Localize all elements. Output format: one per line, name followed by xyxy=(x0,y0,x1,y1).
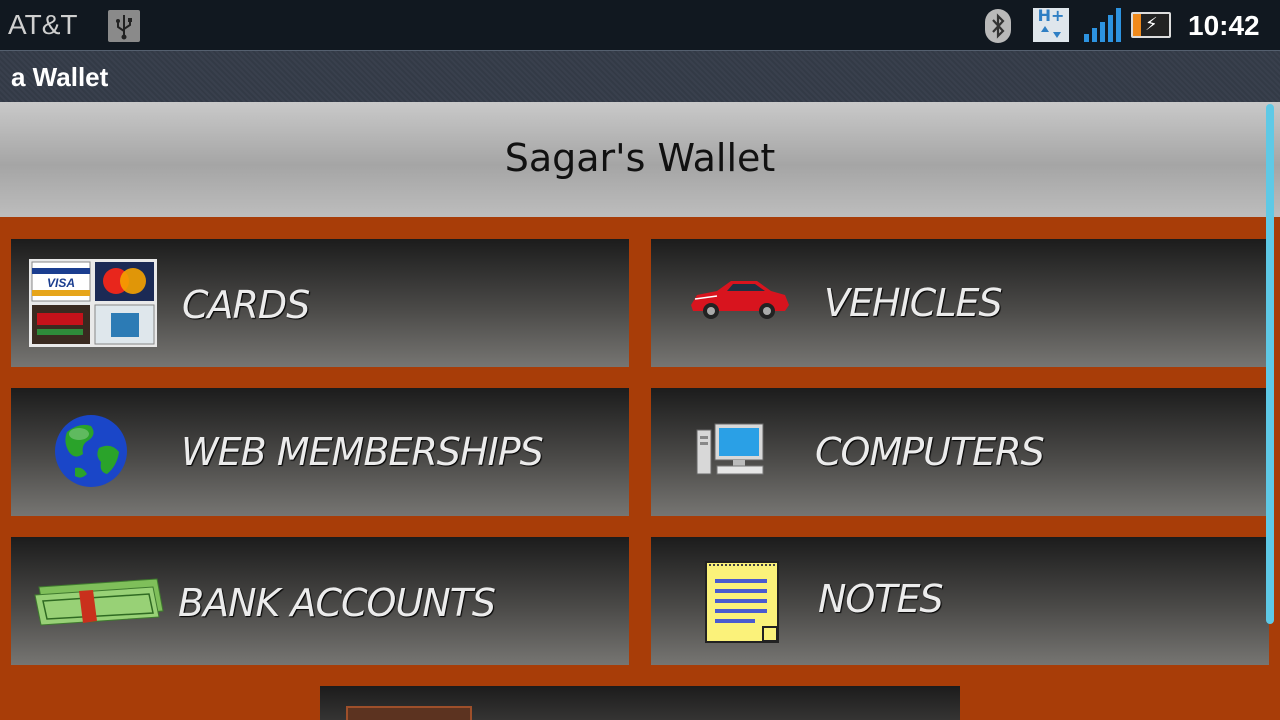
wallet-title: Sagar's Wallet xyxy=(504,136,776,180)
clock: 10:42 xyxy=(1188,10,1260,41)
app-title-bar: a Wallet xyxy=(0,50,1280,102)
tile-bank-accounts[interactable]: BANK ACCOUNTS xyxy=(11,537,629,665)
tile-notes[interactable]: NOTES xyxy=(651,537,1269,665)
tile-web-memberships-label: WEB MEMBERSHIPS xyxy=(181,430,544,474)
credit-cards-icon: VISA xyxy=(29,259,157,351)
tile-cards-label: CARDS xyxy=(182,283,310,327)
signal-icon xyxy=(1082,8,1124,42)
computer-icon xyxy=(695,422,767,482)
status-bar: AT&T H+ ⚡ 10:42 xyxy=(0,0,1280,50)
tile-bank-accounts-label: BANK ACCOUNTS xyxy=(178,581,496,625)
network-badge-text: H+ xyxy=(1037,6,1065,25)
app-title: a Wallet xyxy=(11,62,109,92)
tile-web-memberships[interactable]: WEB MEMBERSHIPS xyxy=(11,388,629,516)
notepad-icon xyxy=(705,561,779,647)
svg-text:VISA: VISA xyxy=(47,276,75,290)
tile-cards[interactable]: VISA CARDS xyxy=(11,239,629,367)
scrollbar[interactable] xyxy=(1266,104,1274,624)
wallet-header: Sagar's Wallet xyxy=(0,102,1280,217)
hplus-network-icon: H+ xyxy=(1033,8,1069,42)
tile-computers[interactable]: COMPUTERS xyxy=(651,388,1269,516)
partial-tile-icon xyxy=(346,706,472,720)
money-stack-icon xyxy=(31,577,165,631)
tile-vehicles[interactable]: VEHICLES xyxy=(651,239,1269,367)
partial-tile-below[interactable] xyxy=(320,686,960,720)
battery-charging-icon: ⚡ xyxy=(1131,12,1171,38)
tile-notes-label: NOTES xyxy=(818,577,944,621)
globe-icon xyxy=(53,412,129,494)
tile-computers-label: COMPUTERS xyxy=(815,430,1045,474)
carrier-label: AT&T xyxy=(8,9,78,40)
bluetooth-icon xyxy=(985,9,1011,43)
tile-vehicles-label: VEHICLES xyxy=(824,281,1003,325)
usb-icon xyxy=(108,10,140,42)
car-icon xyxy=(687,277,791,325)
